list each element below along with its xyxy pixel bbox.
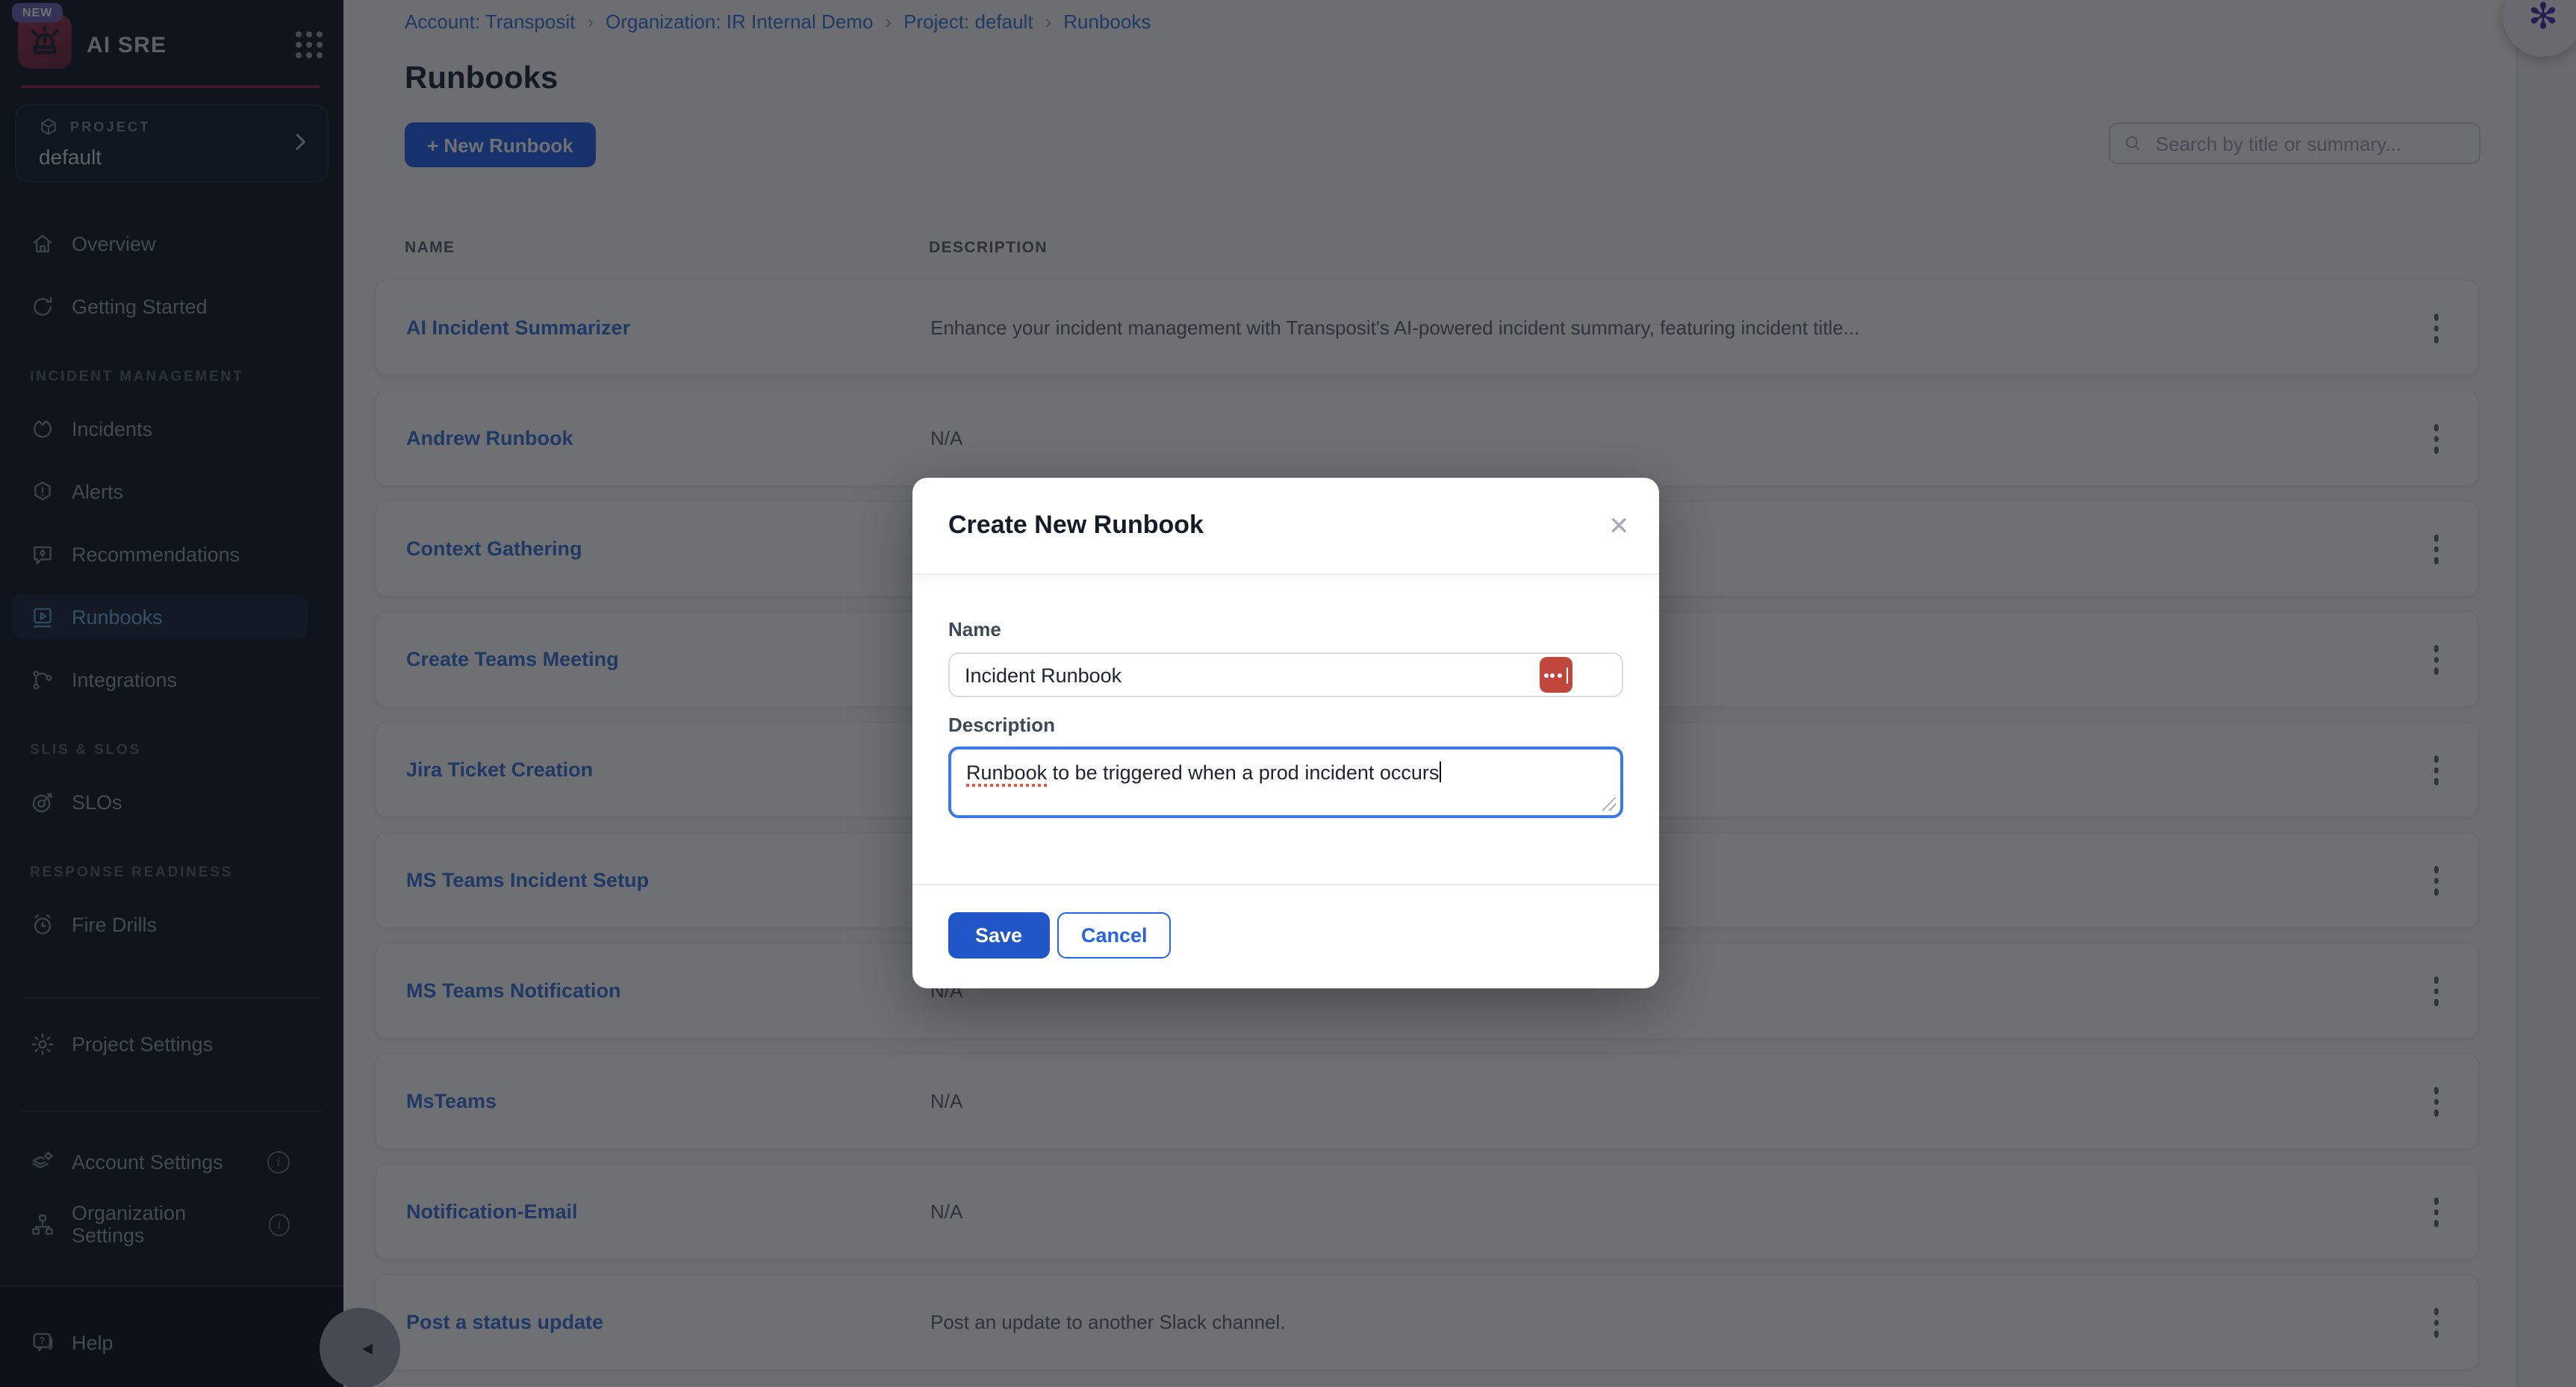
modal-title: Create New Runbook	[948, 511, 1204, 540]
text-caret	[1439, 761, 1441, 782]
name-label: Name	[948, 618, 1001, 640]
description-label: Description	[948, 714, 1055, 736]
runbook-description-textarea[interactable]: Runbook to be triggered when a prod inci…	[948, 747, 1623, 818]
save-button[interactable]: Save	[948, 912, 1049, 959]
create-runbook-modal: Create New Runbook ✕ Name Description Ru…	[912, 478, 1659, 988]
runbook-name-input[interactable]	[948, 652, 1623, 697]
modal-header: Create New Runbook ✕	[912, 478, 1659, 575]
modal-footer-divider	[912, 884, 1659, 885]
close-icon[interactable]: ✕	[1599, 511, 1632, 543]
misspelled-word: Runbook	[966, 761, 1047, 784]
cancel-button[interactable]: Cancel	[1057, 912, 1172, 959]
description-text: to be triggered when a prod incident occ…	[1047, 761, 1439, 784]
textarea-resize-handle[interactable]	[1602, 797, 1616, 811]
password-manager-autofill-icon[interactable]	[1540, 657, 1572, 693]
